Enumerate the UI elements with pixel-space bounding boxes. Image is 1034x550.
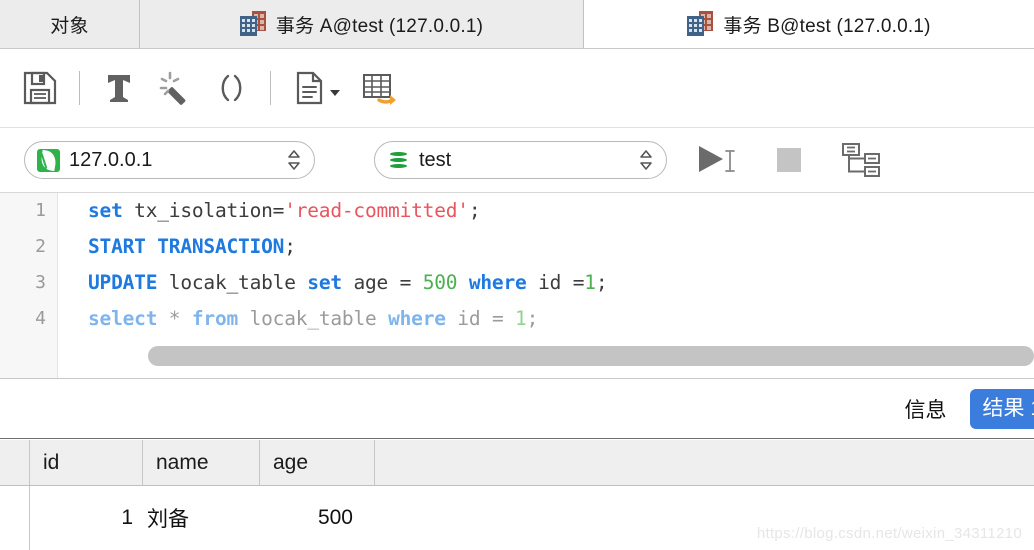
navicat-query-window: 对象 事务 A@test (127.0.0.1) 事务 B@test (127.… — [0, 0, 1034, 550]
stepper-updown-icon[interactable] — [286, 148, 302, 172]
sql-keyword: where — [388, 307, 446, 330]
code-line-4[interactable]: select * from locak_table where id = 1; — [88, 301, 1034, 337]
grid-header-name[interactable]: name — [143, 440, 260, 485]
line-number: 2 — [35, 236, 46, 257]
toolbar-separator-2 — [270, 71, 271, 105]
tab-objects-label: 对象 — [50, 15, 89, 37]
sql-string: 'read-committed' — [284, 199, 469, 222]
editor-horizontal-scrollbar[interactable] — [116, 346, 1034, 366]
sql-punct: ; — [284, 235, 296, 258]
chevron-down-icon — [330, 90, 340, 96]
grid-header-id[interactable]: id — [30, 440, 143, 485]
explain-tree-icon — [842, 143, 880, 177]
grid-header-filler — [375, 440, 1034, 485]
tab-info[interactable]: 信息 — [894, 394, 956, 424]
sql-keyword: set — [88, 199, 123, 222]
code-line-3[interactable]: UPDATE locak_table set age = 500 where i… — [88, 265, 1034, 301]
sql-punct: ; — [468, 199, 481, 222]
row-selector-cell[interactable] — [0, 486, 30, 550]
sql-editor[interactable]: 1 2 3 4 set tx_isolation='read-committed… — [0, 193, 1034, 379]
query-building-icon — [687, 11, 714, 37]
database-cylinder-icon — [387, 149, 410, 172]
line-number: 3 — [35, 272, 46, 293]
table-export-icon — [363, 74, 396, 105]
code-line-2[interactable]: START TRANSACTION; — [88, 229, 1034, 265]
sql-keyword: UPDATE — [88, 271, 158, 294]
host-select-value: 127.0.0.1 — [69, 148, 153, 171]
document-icon — [296, 71, 323, 105]
host-select[interactable]: 127.0.0.1 — [24, 141, 315, 179]
run-query-button[interactable] — [693, 138, 745, 182]
stop-query-button[interactable] — [767, 138, 811, 182]
connection-bar: 127.0.0.1 test — [0, 128, 1034, 193]
parentheses-button[interactable] — [203, 60, 259, 116]
tab-bar: 对象 事务 A@test (127.0.0.1) 事务 B@test (127.… — [0, 0, 1034, 49]
sql-keyword: START TRANSACTION — [88, 235, 285, 258]
sql-number: 500 — [422, 271, 458, 294]
sql-number: 1 — [584, 271, 596, 294]
cell-name[interactable]: 刘备 — [143, 486, 260, 550]
editor-toolbar — [0, 49, 1034, 128]
text-format-button[interactable] — [91, 60, 147, 116]
text-format-icon — [108, 75, 130, 102]
tab-transaction-b[interactable]: 事务 B@test (127.0.0.1) — [584, 0, 1034, 48]
stepper-updown-icon[interactable] — [638, 148, 654, 172]
grid-header-row: id name age — [0, 440, 1034, 486]
code-line-4-selection[interactable]: select * from locak_table where id = 1; — [88, 307, 538, 330]
cell-age[interactable]: 500 — [260, 486, 375, 550]
cell-id[interactable]: 1 — [30, 486, 143, 550]
sql-identifier: locak_table — [157, 271, 308, 294]
sql-code-area[interactable]: set tx_isolation='read-committed'; START… — [58, 193, 1034, 378]
grid-header-age[interactable]: age — [260, 440, 375, 485]
export-table-button[interactable] — [352, 60, 408, 116]
sql-punct: ; — [595, 271, 608, 294]
line-number: 1 — [35, 200, 46, 221]
run-play-icon — [699, 146, 735, 172]
sql-operator: * — [157, 307, 192, 330]
sql-number: 1 — [515, 307, 527, 330]
scrollbar-thumb[interactable] — [148, 346, 1034, 366]
tab-objects[interactable]: 对象 — [0, 0, 140, 48]
database-select[interactable]: test — [374, 141, 667, 179]
save-floppy-icon — [23, 71, 57, 105]
sql-identifier: id = — [526, 271, 585, 294]
sql-keyword: from — [191, 307, 239, 330]
sql-identifier: age = — [341, 271, 423, 294]
line-number-gutter: 1 2 3 4 — [0, 193, 58, 378]
magic-wand-icon — [159, 71, 186, 105]
line-number: 4 — [35, 308, 46, 329]
navicat-leaf-icon — [37, 148, 60, 172]
query-building-icon — [239, 11, 266, 37]
save-button[interactable] — [12, 60, 68, 116]
explain-plan-button[interactable] — [835, 138, 887, 182]
sql-punct: ; — [526, 307, 539, 330]
sql-keyword: set — [307, 271, 342, 294]
toolbar-separator-1 — [79, 71, 80, 105]
sql-identifier: locak_table — [238, 307, 389, 330]
sql-keyword: select — [88, 307, 158, 330]
tab-transaction-a-label: 事务 A@test (127.0.0.1) — [275, 15, 484, 37]
result-tab-bar: 信息 结果 1 — [0, 379, 1034, 439]
sql-keyword: where — [457, 271, 527, 294]
database-select-value: test — [419, 148, 452, 171]
watermark: https://blog.csdn.net/weixin_34311210 — [756, 525, 1022, 542]
tab-transaction-a[interactable]: 事务 A@test (127.0.0.1) — [140, 0, 584, 48]
stop-square-icon — [777, 148, 801, 172]
code-line-1[interactable]: set tx_isolation='read-committed'; — [88, 193, 1034, 229]
sql-identifier: tx_isolation= — [122, 199, 285, 222]
tab-transaction-b-label: 事务 B@test (127.0.0.1) — [723, 15, 931, 37]
sql-identifier: id = — [445, 307, 516, 330]
beautify-sql-button[interactable] — [147, 60, 203, 116]
grid-corner-header[interactable] — [0, 440, 30, 485]
document-button[interactable] — [282, 60, 352, 116]
parentheses-icon — [221, 74, 242, 102]
tab-result-1[interactable]: 结果 1 — [970, 388, 1034, 429]
